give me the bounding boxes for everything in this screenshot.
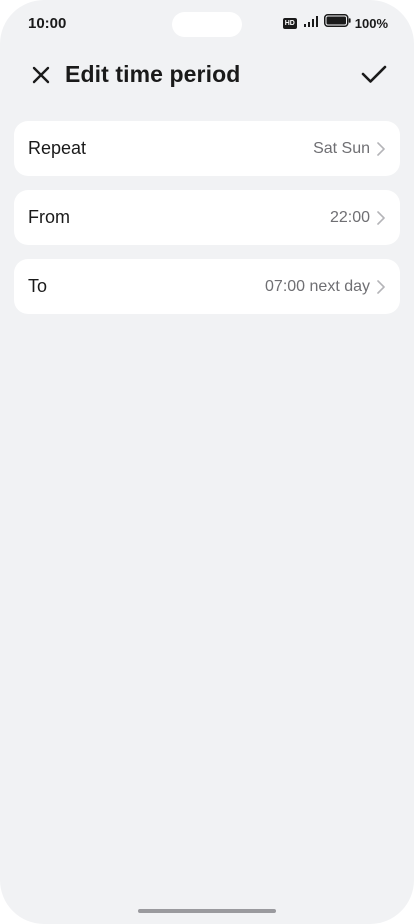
from-row[interactable]: From 22:00: [14, 190, 400, 245]
to-label: To: [28, 276, 48, 296]
repeat-label: Repeat: [28, 138, 87, 158]
home-indicator[interactable]: [138, 909, 276, 913]
confirm-button[interactable]: [360, 62, 388, 90]
repeat-value: Sat Sun: [313, 139, 370, 157]
screen: 10:00 HD 100% Edit time period Repeat Sa…: [0, 0, 414, 924]
chevron-right-icon: [376, 279, 386, 294]
hd-icon: HD: [282, 17, 297, 29]
signal-icon: [303, 14, 320, 32]
status-bar: 10:00 HD 100%: [0, 0, 414, 50]
camera-pill: [172, 12, 242, 37]
status-time: 10:00: [28, 15, 67, 32]
to-value: 07:00 next day: [265, 277, 370, 295]
status-icons: HD 100%: [282, 14, 388, 32]
chevron-right-icon: [376, 210, 386, 225]
page-title: Edit time period: [65, 61, 241, 87]
from-value: 22:00: [329, 208, 370, 226]
battery-percentage: 100%: [354, 15, 388, 31]
checkmark-icon: [361, 64, 387, 89]
chevron-right-icon: [376, 141, 386, 156]
battery-icon: [323, 14, 351, 32]
header: Edit time period: [0, 50, 414, 102]
to-row[interactable]: To 07:00 next day: [14, 259, 400, 314]
close-icon: [31, 65, 51, 90]
from-label: From: [28, 207, 70, 227]
repeat-row[interactable]: Repeat Sat Sun: [14, 121, 400, 176]
close-button[interactable]: [28, 64, 54, 90]
